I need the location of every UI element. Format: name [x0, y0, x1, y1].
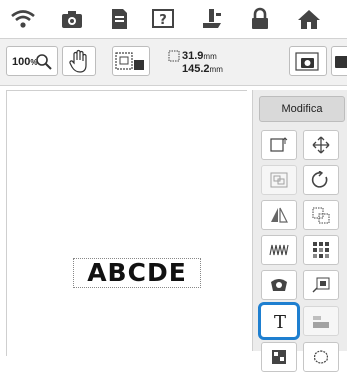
shuffle-button[interactable]	[261, 342, 297, 372]
wifi-icon[interactable]	[10, 7, 36, 31]
spacing-button[interactable]	[303, 200, 339, 230]
density-button[interactable]	[261, 235, 297, 265]
camera-view-icon	[335, 56, 347, 68]
text-edit-button[interactable]: T	[258, 302, 300, 340]
camera-scan-icon	[295, 52, 319, 71]
embroidery-order-icon	[312, 277, 330, 293]
move-arrows-icon	[312, 136, 330, 154]
zoom-value: 100	[12, 56, 31, 68]
applique-button[interactable]	[261, 270, 297, 300]
pan-hand-button[interactable]	[62, 46, 96, 76]
embroidery-canvas[interactable]: ABCDE	[6, 90, 247, 356]
hoop-size-button[interactable]	[112, 46, 150, 76]
zoom-button[interactable]: 100%	[6, 46, 58, 76]
color-grid-icon	[313, 242, 329, 258]
tab-modifica[interactable]: Modifica	[259, 96, 345, 122]
svg-text:?: ?	[159, 13, 167, 28]
resize-icon	[270, 137, 288, 152]
text-t-icon: T	[274, 312, 286, 330]
group-button[interactable]	[261, 165, 297, 195]
mirror-icon	[271, 207, 288, 223]
spacing-icon	[312, 207, 330, 224]
hand-icon	[69, 49, 87, 73]
density-zigzag-icon	[269, 244, 289, 256]
magnifier-icon	[36, 54, 52, 70]
document-icon[interactable]	[106, 7, 132, 31]
design-width: 31.9mm	[182, 50, 217, 62]
border-button[interactable]	[303, 306, 339, 336]
size-grid-icon	[168, 50, 180, 62]
size-button[interactable]	[261, 130, 297, 160]
group-icon	[270, 172, 288, 188]
presser-foot-icon[interactable]	[199, 7, 225, 31]
edit-toolbar: 100% 31.9mm 145.2mm	[0, 38, 347, 86]
rotate-button[interactable]	[303, 165, 339, 195]
lock-icon[interactable]	[247, 7, 273, 31]
color-sort-button[interactable]	[303, 235, 339, 265]
home-icon[interactable]	[296, 7, 322, 31]
mirror-button[interactable]	[261, 200, 297, 230]
applique-icon	[271, 279, 287, 291]
outline-button[interactable]	[303, 342, 339, 372]
hoop-icon	[115, 52, 144, 70]
camera-view-button[interactable]	[331, 46, 347, 76]
svg-text:T: T	[274, 312, 286, 330]
help-icon[interactable]: ?	[150, 7, 176, 31]
edit-panel: Modifica T	[252, 90, 347, 372]
camera-icon[interactable]	[59, 7, 85, 31]
rotate-icon	[311, 171, 328, 188]
embroidery-order-button[interactable]	[303, 270, 339, 300]
design-size-readout: 31.9mm 145.2mm	[168, 50, 240, 78]
camera-scan-button[interactable]	[289, 46, 327, 76]
design-height: 145.2mm	[182, 63, 223, 75]
move-button[interactable]	[303, 130, 339, 160]
top-icon-bar: ?	[0, 0, 347, 38]
text-pattern[interactable]: ABCDE	[73, 258, 201, 288]
border-icon	[313, 316, 329, 328]
